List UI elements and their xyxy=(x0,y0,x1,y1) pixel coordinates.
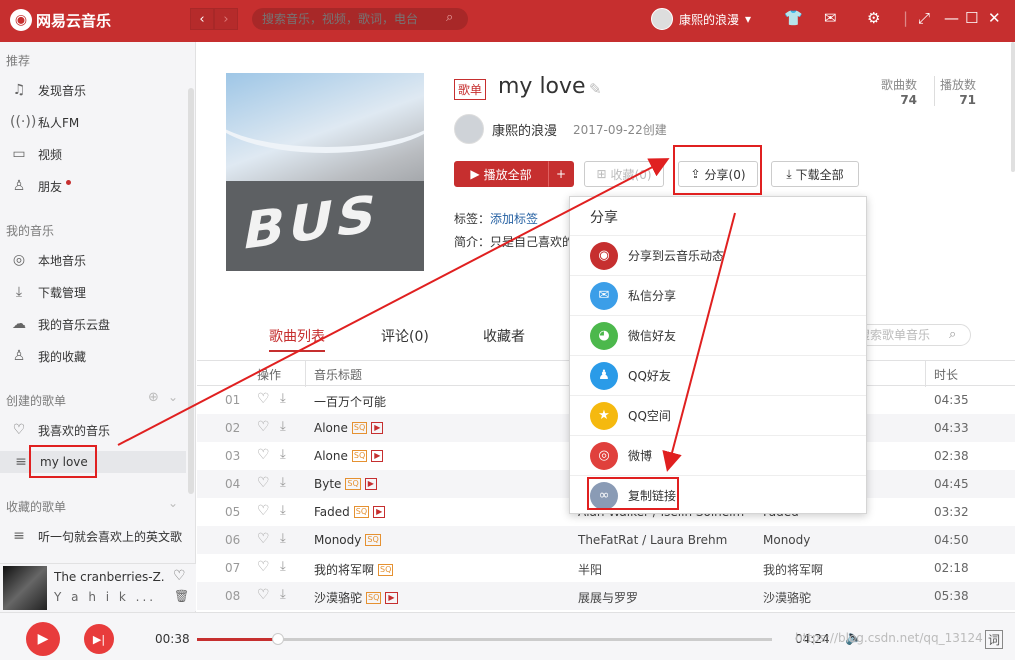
next-icon: ▶| xyxy=(92,632,106,646)
play-button[interactable]: ▶ xyxy=(26,622,60,656)
arrow-to-copy-link xyxy=(662,212,736,472)
watermark: https://blog.csdn.net/qq_13124 xyxy=(795,631,983,645)
progress-fill xyxy=(197,638,278,641)
arrow-to-share xyxy=(117,158,670,446)
next-button[interactable]: ▶| xyxy=(84,624,114,654)
play-icon: ▶ xyxy=(37,631,49,647)
lyrics-button[interactable]: 词 xyxy=(985,630,1004,649)
progress-bar[interactable] xyxy=(197,633,772,645)
progress-knob[interactable] xyxy=(271,633,284,645)
elapsed-time: 00:38 xyxy=(155,632,190,646)
annotation-arrows xyxy=(117,158,736,472)
